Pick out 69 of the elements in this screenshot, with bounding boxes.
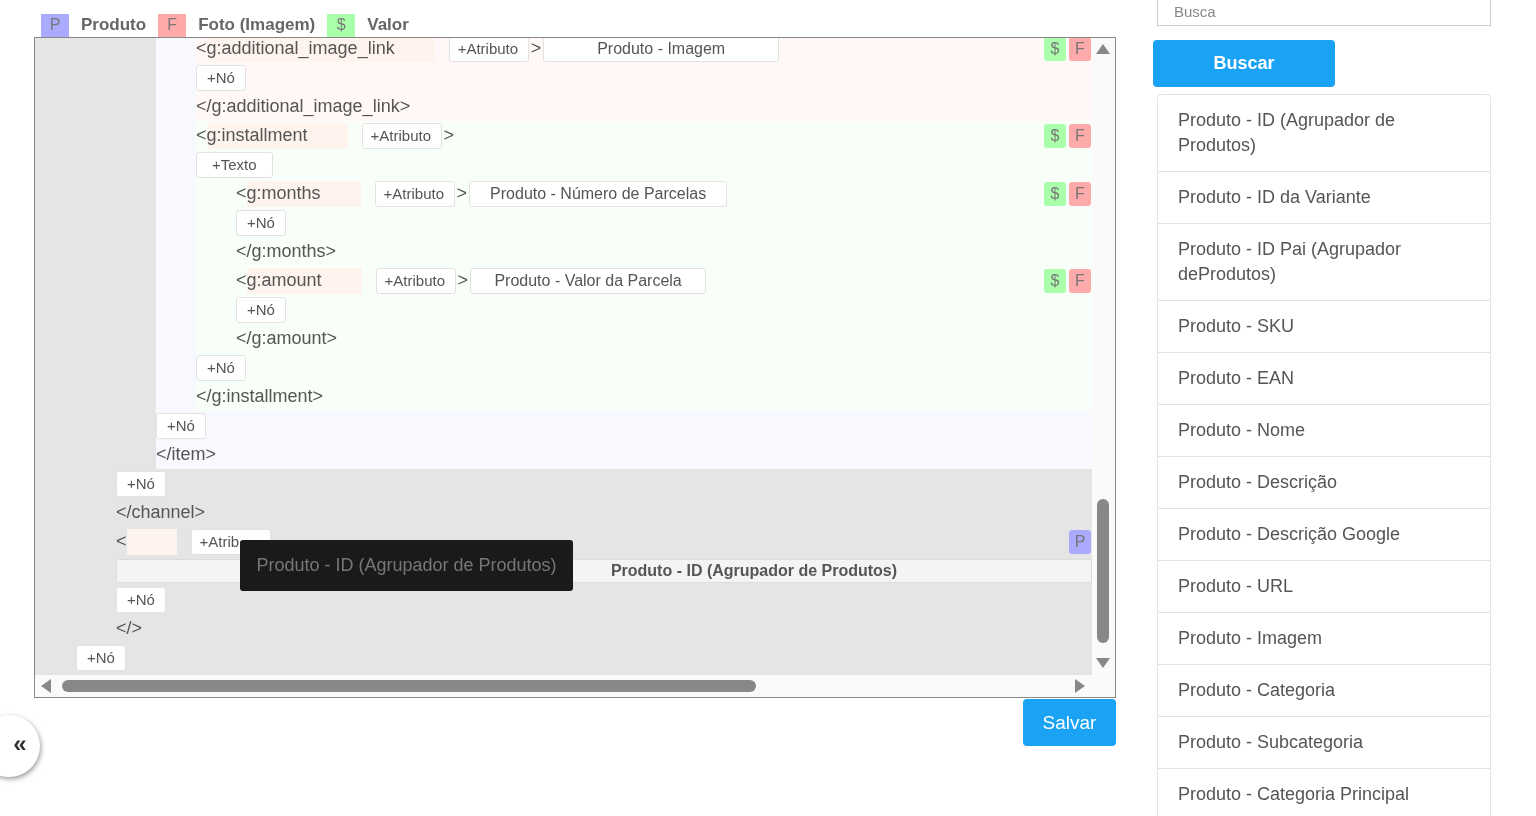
closing-tag: </item>: [156, 440, 1092, 469]
mapping-field[interactable]: Produto - Número de Parcelas: [469, 180, 728, 207]
mapping-badge[interactable]: $: [1044, 123, 1066, 148]
field-list-item[interactable]: Produto - Descrição Google: [1157, 509, 1491, 561]
field-list-item[interactable]: Produto - Categoria: [1157, 665, 1491, 717]
tag-bracket: >: [530, 38, 542, 59]
field-list-item[interactable]: Produto - SKU: [1157, 301, 1491, 353]
add-attribute-button[interactable]: +Atributo: [361, 122, 442, 149]
scrollbar-thumb[interactable]: [1097, 499, 1109, 643]
tag-name-field[interactable]: g:amount: [246, 267, 362, 294]
search-field[interactable]: Busca: [1157, 0, 1491, 26]
add-attribute-button[interactable]: +Atributo: [448, 38, 529, 62]
tag-name-field[interactable]: g:months: [246, 180, 361, 207]
legend-badge: F: [158, 13, 187, 37]
tag-bracket: <: [196, 38, 207, 58]
tag-bracket: >: [456, 183, 468, 204]
add-text-button[interactable]: +Texto: [196, 151, 273, 178]
mapping-badge[interactable]: $: [1044, 181, 1066, 206]
tag-bracket: >: [457, 270, 469, 291]
legend-label: Foto (Imagem): [198, 15, 316, 35]
field-list-item[interactable]: Produto - ID da Variante: [1157, 172, 1491, 224]
closing-tag: </g:installment>: [196, 382, 1092, 411]
legend-label: Produto: [81, 15, 147, 35]
add-node-button[interactable]: +Nó: [236, 209, 286, 236]
legend-label: Valor: [367, 15, 409, 35]
scroll-down-icon[interactable]: [1096, 658, 1110, 668]
scroll-up-icon[interactable]: [1096, 44, 1110, 54]
field-list-item[interactable]: Produto - Descrição: [1157, 457, 1491, 509]
field-list-item[interactable]: Produto - Imagem: [1157, 613, 1491, 665]
add-attribute-button[interactable]: +Atributo: [375, 267, 456, 294]
add-node-button[interactable]: +Nó: [156, 412, 206, 439]
mapping-badge[interactable]: $: [1044, 38, 1066, 61]
add-node-button[interactable]: +Nó: [236, 296, 286, 323]
field-list-item[interactable]: Produto - Nome: [1157, 405, 1491, 457]
tag-bracket: >: [443, 125, 455, 146]
tag-name-field[interactable]: [126, 528, 177, 555]
closing-tag: </g:amount>: [236, 324, 1092, 353]
add-attribute-button[interactable]: +Atributo: [374, 180, 455, 207]
field-list-item[interactable]: Produto - EAN: [1157, 353, 1491, 405]
add-node-button[interactable]: +Nó: [116, 470, 166, 497]
tag-bracket: <: [116, 531, 127, 552]
field-list-item[interactable]: Produto - ID (Agrupador de Produtos): [1157, 94, 1491, 172]
scrollbar-thumb[interactable]: [62, 680, 756, 692]
scroll-right-icon[interactable]: [1075, 679, 1085, 693]
field-list-item[interactable]: Produto - Categoria Principal: [1157, 769, 1491, 816]
tag-bracket: <: [196, 125, 207, 146]
field-list-item[interactable]: Produto - Subcategoria: [1157, 717, 1491, 769]
closing-tag: </channel>: [116, 498, 1092, 527]
mapping-field[interactable]: Produto - Valor da Parcela: [470, 267, 707, 294]
add-node-button[interactable]: +Nó: [116, 586, 166, 613]
legend-badge: $: [327, 13, 356, 37]
scroll-left-icon[interactable]: [41, 679, 51, 693]
closing-tag: </g:additional_image_link>: [196, 92, 1092, 121]
field-list-item[interactable]: Produto - ID Pai (Agrupador deProdutos): [1157, 224, 1491, 301]
closing-tag: </>: [116, 614, 1092, 643]
legend-badge: P: [41, 13, 69, 37]
field-list-item[interactable]: Produto - URL: [1157, 561, 1491, 613]
mapping-badge[interactable]: $: [1044, 268, 1066, 293]
add-node-button[interactable]: +Nó: [76, 644, 126, 671]
add-node-button[interactable]: +Nó: [196, 354, 246, 381]
tag-bracket: <: [236, 183, 247, 204]
closing-tag: </g:months>: [236, 237, 1092, 266]
tag-name-field[interactable]: g:additional_image_link: [206, 38, 435, 62]
tag-bracket: <: [236, 270, 247, 291]
collapse-button[interactable]: «: [0, 715, 40, 777]
mapping-field[interactable]: Produto - Imagem: [543, 38, 780, 62]
tag-name-field[interactable]: g:installment: [206, 122, 348, 149]
tooltip: Produto - ID (Agrupador de Produtos): [240, 540, 573, 591]
add-node-button[interactable]: +Nó: [196, 64, 246, 91]
